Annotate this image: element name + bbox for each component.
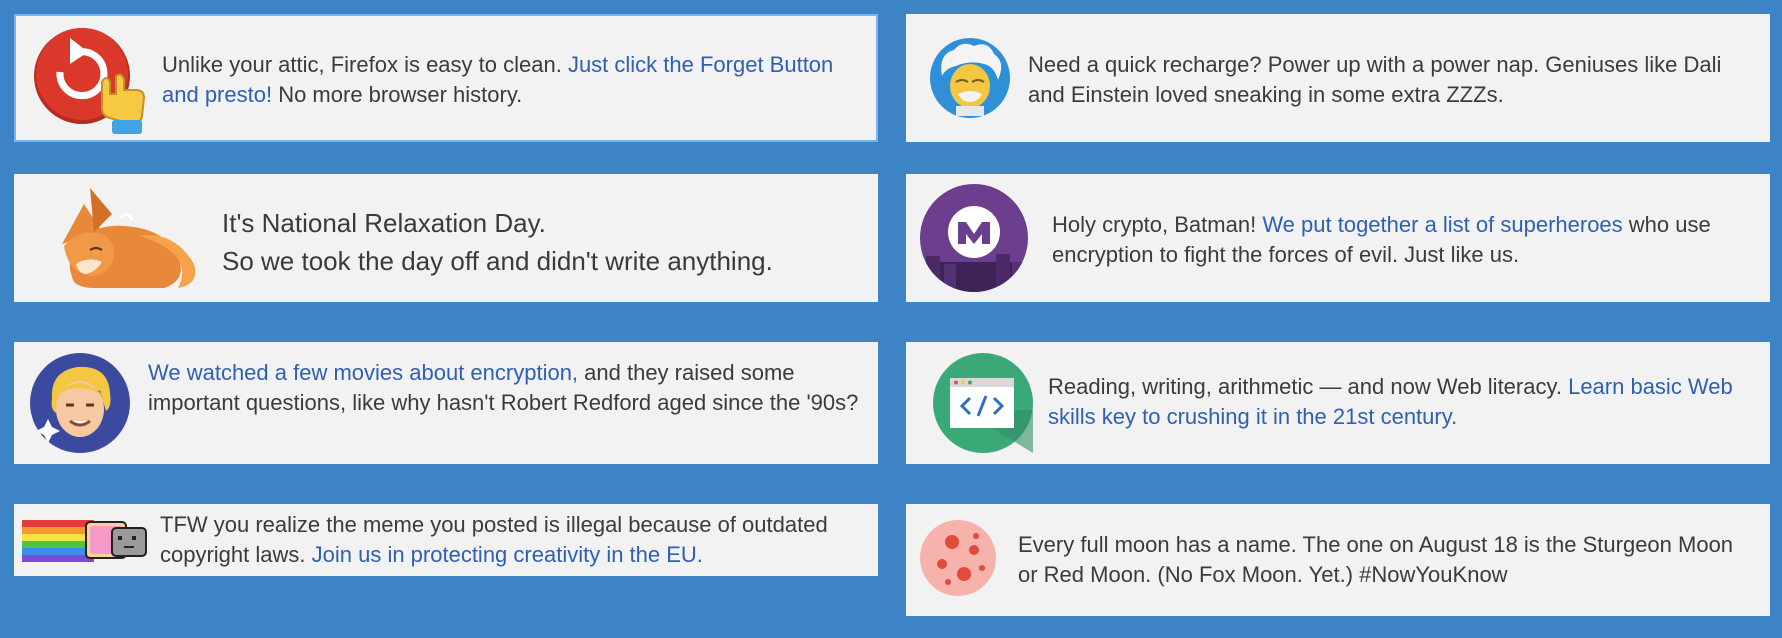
- forget-button-icon: [34, 28, 146, 134]
- snippet-forget-button[interactable]: Unlike your attic, Firefox is easy to cl…: [14, 14, 878, 142]
- robert-redford-icon: [30, 353, 130, 453]
- protect-creativity-link[interactable]: Join us in protecting creativity in the …: [312, 542, 703, 567]
- snippet-text-post: No more browser history.: [272, 82, 523, 107]
- snippet-text: Every full moon has a name. The one on A…: [1018, 532, 1734, 587]
- snippet-line-2: So we took the day off and didn't write …: [222, 246, 773, 276]
- snippet-copyright-eu[interactable]: TFW you realize the meme you posted is i…: [14, 504, 878, 576]
- snippet-sturgeon-moon[interactable]: Every full moon has a name. The one on A…: [906, 504, 1770, 616]
- snippet-text: It's National Relaxation Day. So we took…: [222, 204, 862, 280]
- snippet-power-nap[interactable]: Need a quick recharge? Power up with a p…: [906, 14, 1770, 142]
- superheroes-link[interactable]: We put together a list of superheroes: [1262, 212, 1622, 237]
- snippet-text: Need a quick recharge? Power up with a p…: [1028, 52, 1722, 107]
- snippet-text-pre: Reading, writing, arithmetic — and now W…: [1048, 374, 1569, 399]
- snippet-holy-crypto[interactable]: Holy crypto, Batman! We put together a l…: [906, 174, 1770, 302]
- snippet-encryption-movies[interactable]: We watched a few movies about encryption…: [14, 342, 878, 464]
- sleeping-fox-icon: [62, 188, 196, 288]
- snippet-text: Unlike your attic, Firefox is easy to cl…: [162, 50, 872, 110]
- nyan-cat-icon: [22, 520, 147, 562]
- einstein-icon: [930, 38, 1010, 118]
- snippet-relaxation-day[interactable]: It's National Relaxation Day. So we took…: [14, 174, 878, 302]
- snippet-text: We watched a few movies about encryption…: [148, 358, 870, 418]
- encryption-movies-link[interactable]: We watched a few movies about encryption…: [148, 360, 578, 385]
- snippet-web-literacy[interactable]: Reading, writing, arithmetic — and now W…: [906, 342, 1770, 464]
- snippet-text: Reading, writing, arithmetic — and now W…: [1048, 372, 1762, 432]
- snippet-line-1: It's National Relaxation Day.: [222, 208, 546, 238]
- snippet-text: TFW you realize the meme you posted is i…: [160, 510, 870, 570]
- mozilla-superhero-icon: [920, 184, 1028, 292]
- red-moon-icon: [920, 520, 996, 596]
- snippet-text-pre: Unlike your attic, Firefox is easy to cl…: [162, 52, 568, 77]
- snippet-text-pre: Holy crypto, Batman!: [1052, 212, 1263, 237]
- code-window-icon: [933, 353, 1033, 453]
- snippet-text: Holy crypto, Batman! We put together a l…: [1052, 210, 1762, 270]
